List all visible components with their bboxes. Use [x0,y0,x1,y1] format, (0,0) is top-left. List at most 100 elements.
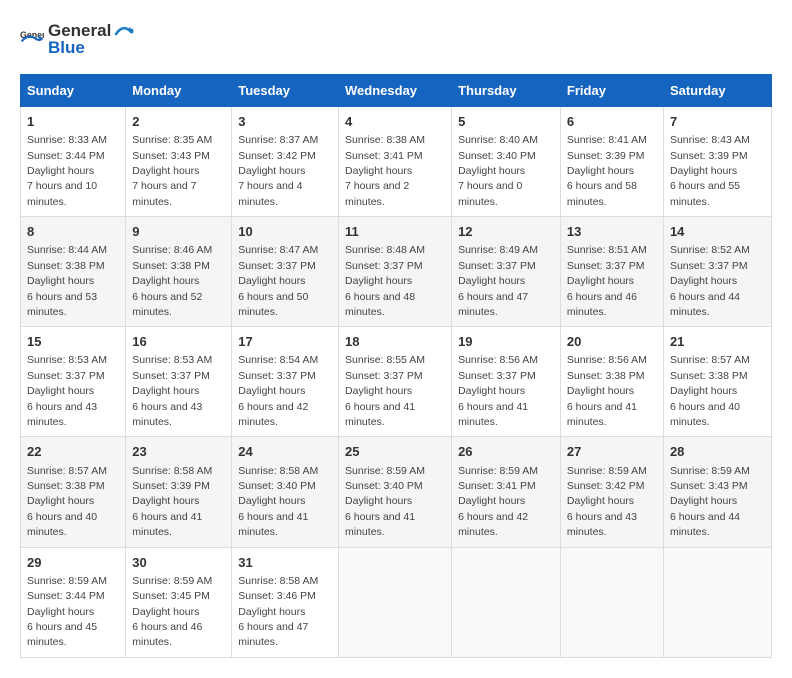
sunset-text: Sunset: 3:44 PM [27,590,105,602]
sunset-text: Sunset: 3:39 PM [567,150,645,162]
sunset-text: Sunset: 3:44 PM [27,150,105,162]
daylight-text: Daylight hours [345,165,412,177]
sunset-text: Sunset: 3:45 PM [132,590,210,602]
sunset-text: Sunset: 3:37 PM [458,260,536,272]
calendar-table: SundayMondayTuesdayWednesdayThursdayFrid… [20,74,772,658]
day-number: 28 [670,443,765,461]
day-cell: 30Sunrise: 8:59 AMSunset: 3:45 PMDayligh… [126,547,232,657]
day-cell: 10Sunrise: 8:47 AMSunset: 3:37 PMDayligh… [232,217,339,327]
daylight-text: Daylight hours [238,495,305,507]
sunset-text: Sunset: 3:39 PM [132,480,210,492]
sunset-text: Sunset: 3:38 PM [670,370,748,382]
day-cell: 15Sunrise: 8:53 AMSunset: 3:37 PMDayligh… [21,327,126,437]
day-cell: 7Sunrise: 8:43 AMSunset: 3:39 PMDaylight… [663,107,771,217]
sunrise-text: Sunrise: 8:41 AM [567,134,647,146]
sunrise-text: Sunrise: 8:53 AM [27,354,107,366]
header-row: SundayMondayTuesdayWednesdayThursdayFrid… [21,75,772,107]
day-cell: 26Sunrise: 8:59 AMSunset: 3:41 PMDayligh… [452,437,561,547]
daylight-text: Daylight hours [567,275,634,287]
daylight-text: Daylight hours [458,385,525,397]
sunset-text: Sunset: 3:40 PM [458,150,536,162]
sunrise-text: Sunrise: 8:59 AM [27,575,107,587]
daylight-duration: 6 hours and 41 minutes. [567,401,637,428]
daylight-duration: 6 hours and 45 minutes. [27,621,97,648]
day-number: 5 [458,113,554,131]
daylight-duration: 7 hours and 7 minutes. [132,180,196,207]
sunrise-text: Sunrise: 8:37 AM [238,134,318,146]
sunset-text: Sunset: 3:38 PM [27,260,105,272]
daylight-duration: 6 hours and 41 minutes. [238,511,308,538]
day-number: 21 [670,333,765,351]
sunrise-text: Sunrise: 8:43 AM [670,134,750,146]
day-number: 8 [27,223,119,241]
daylight-text: Daylight hours [238,385,305,397]
day-number: 10 [238,223,332,241]
day-cell: 2Sunrise: 8:35 AMSunset: 3:43 PMDaylight… [126,107,232,217]
daylight-duration: 6 hours and 50 minutes. [238,291,308,318]
sunrise-text: Sunrise: 8:53 AM [132,354,212,366]
col-header-friday: Friday [560,75,663,107]
sunrise-text: Sunrise: 8:55 AM [345,354,425,366]
daylight-duration: 6 hours and 41 minutes. [345,401,415,428]
daylight-text: Daylight hours [345,495,412,507]
sunrise-text: Sunrise: 8:59 AM [345,465,425,477]
sunrise-text: Sunrise: 8:57 AM [27,465,107,477]
daylight-duration: 6 hours and 53 minutes. [27,291,97,318]
day-number: 31 [238,554,332,572]
day-cell: 27Sunrise: 8:59 AMSunset: 3:42 PMDayligh… [560,437,663,547]
day-number: 15 [27,333,119,351]
day-cell: 8Sunrise: 8:44 AMSunset: 3:38 PMDaylight… [21,217,126,327]
day-number: 12 [458,223,554,241]
daylight-text: Daylight hours [670,385,737,397]
daylight-duration: 6 hours and 43 minutes. [567,511,637,538]
sunrise-text: Sunrise: 8:58 AM [238,575,318,587]
day-number: 24 [238,443,332,461]
sunrise-text: Sunrise: 8:59 AM [458,465,538,477]
col-header-monday: Monday [126,75,232,107]
day-cell: 14Sunrise: 8:52 AMSunset: 3:37 PMDayligh… [663,217,771,327]
daylight-duration: 6 hours and 52 minutes. [132,291,202,318]
day-number: 17 [238,333,332,351]
day-number: 11 [345,223,445,241]
daylight-duration: 6 hours and 41 minutes. [132,511,202,538]
day-number: 27 [567,443,657,461]
sunset-text: Sunset: 3:39 PM [670,150,748,162]
sunrise-text: Sunrise: 8:48 AM [345,244,425,256]
sunrise-text: Sunrise: 8:46 AM [132,244,212,256]
day-cell: 4Sunrise: 8:38 AMSunset: 3:41 PMDaylight… [339,107,452,217]
day-cell: 22Sunrise: 8:57 AMSunset: 3:38 PMDayligh… [21,437,126,547]
daylight-duration: 7 hours and 10 minutes. [27,180,97,207]
sunrise-text: Sunrise: 8:40 AM [458,134,538,146]
day-number: 1 [27,113,119,131]
daylight-duration: 6 hours and 44 minutes. [670,291,740,318]
day-number: 14 [670,223,765,241]
daylight-duration: 6 hours and 46 minutes. [567,291,637,318]
sunrise-text: Sunrise: 8:59 AM [567,465,647,477]
col-header-thursday: Thursday [452,75,561,107]
sunset-text: Sunset: 3:38 PM [132,260,210,272]
day-cell: 19Sunrise: 8:56 AMSunset: 3:37 PMDayligh… [452,327,561,437]
day-number: 20 [567,333,657,351]
day-cell: 25Sunrise: 8:59 AMSunset: 3:40 PMDayligh… [339,437,452,547]
day-cell [339,547,452,657]
sunset-text: Sunset: 3:40 PM [238,480,316,492]
day-cell: 23Sunrise: 8:58 AMSunset: 3:39 PMDayligh… [126,437,232,547]
day-cell [663,547,771,657]
day-cell: 3Sunrise: 8:37 AMSunset: 3:42 PMDaylight… [232,107,339,217]
sunset-text: Sunset: 3:41 PM [345,150,423,162]
daylight-text: Daylight hours [670,165,737,177]
sunset-text: Sunset: 3:37 PM [238,260,316,272]
day-cell: 29Sunrise: 8:59 AMSunset: 3:44 PMDayligh… [21,547,126,657]
day-number: 26 [458,443,554,461]
daylight-text: Daylight hours [670,495,737,507]
sunset-text: Sunset: 3:38 PM [567,370,645,382]
daylight-duration: 6 hours and 43 minutes. [132,401,202,428]
daylight-duration: 6 hours and 48 minutes. [345,291,415,318]
week-row-1: 1Sunrise: 8:33 AMSunset: 3:44 PMDaylight… [21,107,772,217]
daylight-duration: 6 hours and 43 minutes. [27,401,97,428]
week-row-2: 8Sunrise: 8:44 AMSunset: 3:38 PMDaylight… [21,217,772,327]
daylight-duration: 6 hours and 47 minutes. [458,291,528,318]
sunset-text: Sunset: 3:42 PM [238,150,316,162]
day-number: 9 [132,223,225,241]
daylight-text: Daylight hours [567,495,634,507]
